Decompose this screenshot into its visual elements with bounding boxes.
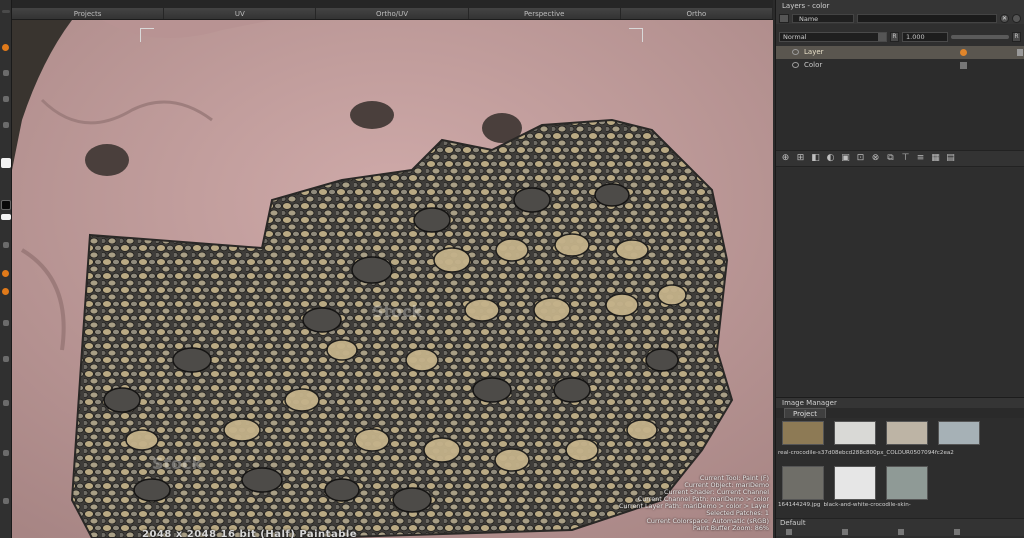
foreground-color-swatch[interactable]: [1, 158, 11, 168]
light-tool-icon[interactable]: [3, 498, 9, 504]
add-adjustment-icon[interactable]: ◧: [810, 153, 821, 164]
opacity-field[interactable]: 1.000: [902, 31, 948, 42]
remove-image-icon[interactable]: [898, 529, 904, 535]
tab-ortho-uv[interactable]: Ortho/UV: [316, 8, 469, 19]
clone-tool-icon[interactable]: [2, 270, 9, 277]
grid-view-icon[interactable]: ▦: [930, 153, 941, 164]
tab-ortho[interactable]: Ortho: [620, 8, 774, 19]
smudge-tool-icon[interactable]: [2, 288, 9, 295]
image-thumbnail[interactable]: [886, 466, 928, 500]
layer-row-layer[interactable]: Layer: [776, 46, 1024, 59]
thumb-row-1: [782, 421, 980, 445]
paint-tool-icon[interactable]: [2, 44, 9, 51]
blend-mode-dropdown[interactable]: Normal: [779, 31, 887, 42]
transform-tool-icon[interactable]: [3, 96, 9, 102]
image-filename: 164144249.jpg: [778, 502, 821, 508]
viewport-tabs: Projects UV Ortho/UV Perspective Ortho: [12, 8, 774, 20]
paint-buffer-info: 2048 x 2048 16 bit (Half) Paintable: [142, 529, 358, 538]
image-manager-tabs: Project: [776, 408, 1024, 418]
thumb-row-2: [782, 466, 928, 500]
tab-project[interactable]: Project: [784, 408, 826, 418]
options-icon[interactable]: [1012, 13, 1021, 23]
hierarchy-icon[interactable]: ⊤: [900, 153, 911, 164]
add-mask-icon[interactable]: ◐: [825, 153, 836, 164]
visibility-icon[interactable]: [792, 49, 799, 55]
image-thumbnail[interactable]: [782, 421, 824, 445]
blend-mode-value: Normal: [783, 32, 807, 41]
layer-name: Layer: [804, 48, 824, 56]
image-thumbnail[interactable]: [834, 466, 876, 500]
reset-blend-button[interactable]: R: [890, 31, 899, 42]
filter-icon[interactable]: [779, 13, 789, 23]
thumb-labels-1: real-crocodile-s37d08ebcd288c800px_COLOU…: [778, 450, 954, 456]
procedural-layer-icon: [960, 62, 967, 69]
paint-layer-icon: [960, 49, 967, 56]
merge-icon[interactable]: ⊗: [870, 153, 881, 164]
default-label[interactable]: Default: [780, 519, 806, 528]
visibility-icon[interactable]: [792, 62, 799, 68]
layers-filter-row: Name ✕: [776, 12, 1024, 24]
menu-icon[interactable]: [2, 10, 10, 13]
delete-icon[interactable]: ▤: [945, 153, 956, 164]
image-manager-title: Image Manager: [776, 398, 1024, 408]
image-filename: black-and-white-crocodile-skin-: [823, 502, 911, 508]
add-layer-icon[interactable]: ⊕: [780, 153, 791, 164]
layers-panel-title: Layers - color: [776, 0, 1024, 12]
left-toolbar: [0, 0, 12, 538]
share-icon[interactable]: ⊡: [855, 153, 866, 164]
measure-tool-icon[interactable]: [3, 400, 9, 406]
fill-tool-icon[interactable]: [3, 320, 9, 326]
layer-toolbar: ⊕ ⊞ ◧ ◐ ▣ ⊡ ⊗ ⧉ ⊤ ≡ ▦ ▤: [776, 150, 1024, 167]
add-group-icon[interactable]: ▣: [840, 153, 851, 164]
reset-opacity-button[interactable]: R: [1012, 31, 1021, 42]
camera-tool-icon[interactable]: [3, 450, 9, 456]
thumb-labels-2: 164144249.jpg black-and-white-crocodile-…: [778, 502, 911, 508]
brush-tool-icon[interactable]: [3, 122, 9, 128]
lock-icon[interactable]: [1017, 49, 1023, 56]
frame-corner-tr: [629, 28, 643, 42]
tab-uv[interactable]: UV: [164, 8, 317, 19]
duplicate-icon[interactable]: ⧉: [885, 153, 896, 164]
picker-tool-icon[interactable]: [3, 356, 9, 362]
settings-icon[interactable]: [954, 529, 960, 535]
image-thumbnail[interactable]: [938, 421, 980, 445]
add-procedural-icon[interactable]: ⊞: [795, 153, 806, 164]
tab-projects[interactable]: Projects: [12, 8, 165, 19]
watermark: Stock: [152, 454, 203, 473]
viewport-hud: Current Tool: Paint (F) Current Object: …: [619, 474, 769, 532]
layer-row-color[interactable]: Color: [776, 59, 1024, 72]
image-thumbnail[interactable]: [886, 421, 928, 445]
image-filename: real-crocodile-s37d08ebcd288c800px_COLOU…: [778, 450, 954, 456]
eraser-tool-icon[interactable]: [3, 242, 9, 248]
filter-select[interactable]: Name: [792, 13, 854, 23]
layers-list: Layer Color: [776, 46, 1024, 150]
frame-corner-tl: [140, 28, 154, 42]
layer-properties-area: [776, 168, 1024, 396]
color-swap-icon[interactable]: [1, 214, 11, 220]
export-image-icon[interactable]: [842, 529, 848, 535]
hud-buffer-zoom: Paint Buffer Zoom: 86%: [692, 523, 769, 532]
chevron-down-icon: [878, 32, 886, 41]
watermark: Stock: [372, 302, 423, 321]
clear-filter-button[interactable]: ✕: [1000, 13, 1009, 23]
default-bar: Default: [776, 518, 1024, 536]
layer-name: Color: [804, 61, 823, 69]
right-panel: Layers - color Name ✕ Normal R 1.000 R L…: [775, 0, 1024, 538]
tab-perspective[interactable]: Perspective: [468, 8, 621, 19]
image-thumbnail[interactable]: [834, 421, 876, 445]
top-menu-strip: [12, 0, 773, 8]
import-image-icon[interactable]: [786, 529, 792, 535]
background-color-swatch[interactable]: [1, 200, 11, 210]
image-manager: Image Manager Project real-crocodile-s37…: [776, 397, 1024, 538]
image-thumbnail[interactable]: [782, 466, 824, 500]
opacity-slider[interactable]: [951, 34, 1009, 39]
filter-input[interactable]: [857, 13, 997, 23]
model-render: [12, 20, 773, 538]
blend-row: Normal R 1.000 R: [776, 30, 1024, 43]
list-icon[interactable]: ≡: [915, 153, 926, 164]
select-tool-icon[interactable]: [3, 70, 9, 76]
3d-viewport[interactable]: Stock Stock Current Tool: Paint (F) Curr…: [12, 20, 773, 538]
image-manager-buttons: [786, 529, 960, 535]
